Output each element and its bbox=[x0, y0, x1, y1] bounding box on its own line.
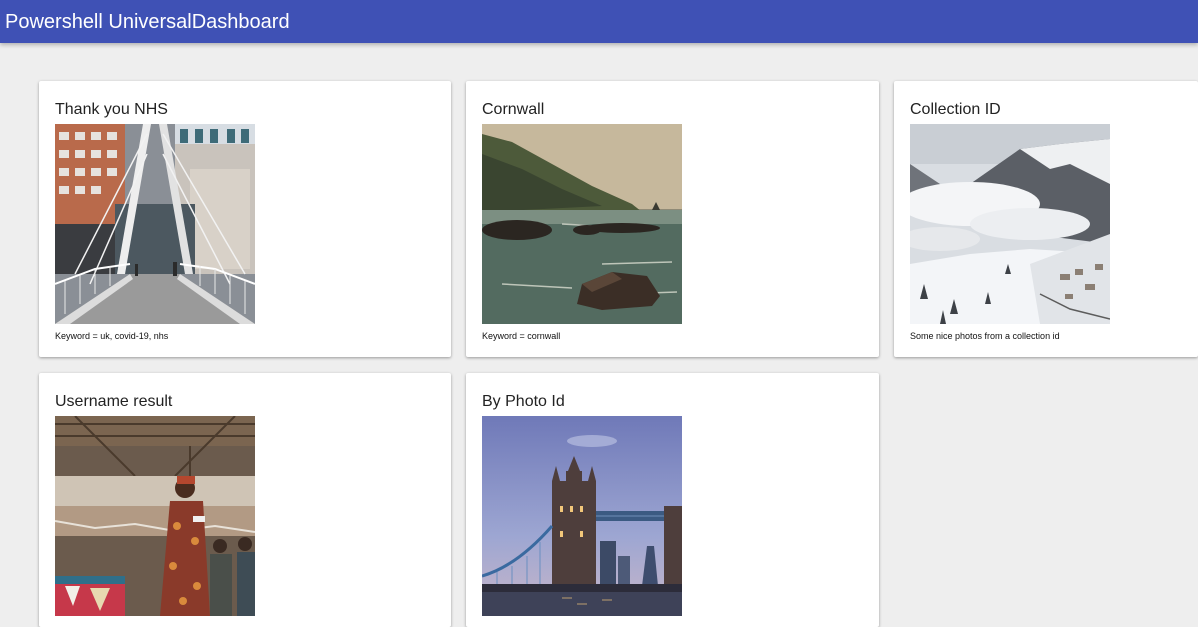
card-title: Cornwall bbox=[482, 101, 545, 118]
card-username-result: Username result bbox=[39, 373, 451, 627]
card-caption: Keyword = uk, covid-19, nhs bbox=[55, 331, 169, 341]
card-caption: Some nice photos from a collection id bbox=[910, 331, 1060, 341]
snowy-mountain-photo bbox=[910, 124, 1110, 324]
app-bar: Powershell UniversalDashboard bbox=[0, 0, 1198, 43]
card-thank-you-nhs: Thank you NHS Keyword = uk, covid-19, nh… bbox=[39, 81, 451, 357]
card-title: Thank you NHS bbox=[55, 101, 168, 118]
footbridge-photo bbox=[55, 124, 255, 324]
rocky-coast-photo bbox=[482, 124, 682, 324]
card-by-photo-id: By Photo Id bbox=[466, 373, 879, 627]
tower-bridge-photo bbox=[482, 416, 682, 616]
card-title: Collection ID bbox=[910, 101, 1001, 118]
app-title: Powershell UniversalDashboard bbox=[5, 11, 290, 33]
card-title: Username result bbox=[55, 393, 173, 410]
card-collection-id: Collection ID Some nice photos from a co… bbox=[894, 81, 1198, 357]
card-caption: Keyword = cornwall bbox=[482, 331, 561, 341]
card-cornwall: Cornwall Keyword = cornwall bbox=[466, 81, 879, 357]
woman-speaking-photo bbox=[55, 416, 255, 616]
card-title: By Photo Id bbox=[482, 393, 565, 410]
